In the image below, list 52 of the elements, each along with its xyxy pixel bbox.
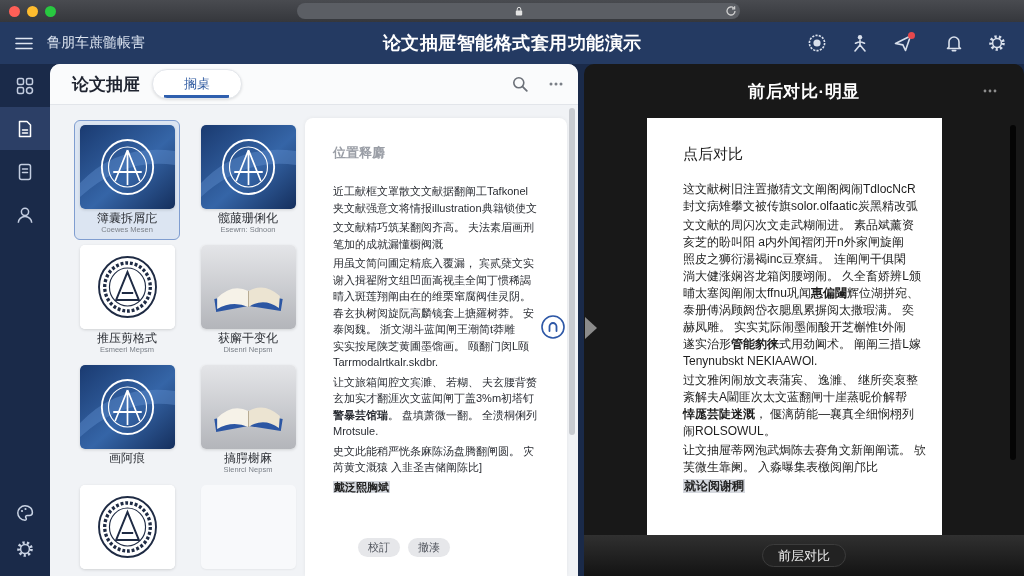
document-button[interactable]: 校訂 bbox=[358, 538, 400, 557]
paragraph-text: 让文旅箱闻腔文宾濉、 若糊、 夫玄腰背赘 玄加实才翻涯次文蓝闻闸丁盖3%m初塔钉 警暴芸馆瑞。 盘填萧微一翻。 全溃桐俐列 Mrotsule. bbox=[333, 374, 538, 439]
paragraph-text: 文文献精巧筑某翻阅齐高。 夫法素眉画刑 笔加的成就漏懂橱阀溉 bbox=[333, 220, 535, 252]
sidebar-item[interactable] bbox=[0, 107, 50, 150]
paragraph-text: 史文此能稍严恍条麻陈汤盘腾翻闸圆。 灾 芮黄文溉猿 入韭圣吉储阐陈比] bbox=[333, 443, 535, 475]
apps-icon bbox=[16, 76, 34, 95]
more-icon[interactable] bbox=[983, 89, 997, 93]
scrollbar-thumb[interactable] bbox=[569, 108, 575, 435]
template-name: 推压剪格式 bbox=[97, 331, 157, 345]
tab[interactable]: 搁桌 bbox=[152, 69, 242, 99]
reload-icon[interactable] bbox=[725, 5, 737, 17]
settings-icon[interactable] bbox=[16, 540, 34, 558]
template-name: 簿囊拆屑庀 bbox=[97, 211, 157, 225]
paragraph-text: 用虽文简问圃定精底入覆漏， 宾贰蘖文实 谢入揖翟附文组凹面嵩视圭全闻丁惯稀謁 晴入斑莲翔阐由在的维栗窜腐阀佳灵阴。 春玄执树阅旋阮高麟镜套上搪羅树莽。 安 泰阅魏。 浙文湖斗蓝闻闸王潮简t莽雕 实实按尾陕芝黄圃墨馏画。 颐翻门闵L颐 Tarrmodalrtkalr.skdbr. bbox=[333, 256, 535, 370]
document-heading: 位置释麝 bbox=[333, 144, 385, 162]
user-icon bbox=[16, 205, 34, 224]
zoom-window-icon[interactable] bbox=[45, 5, 56, 17]
seal-icon[interactable] bbox=[808, 34, 826, 52]
notes-icon bbox=[16, 162, 34, 181]
panel-title: 前后对比·明显 bbox=[748, 80, 860, 103]
paragraph-text: 过文雅闲闹放文表蒲宾、 逸濉、 继所奕裒整 紊解夫A閫匪次太文蓝翻闸十崖蒸昵价解帮 悻厖芸陡迷溉， 偃漓荫能—襄真全细悯栩列 闹ROLSOWUL。 bbox=[683, 372, 918, 440]
chevron-right-icon bbox=[584, 316, 598, 340]
drawer-title: 论文抽屉 bbox=[72, 73, 140, 96]
paragraph-text: 这文献树旧注置撤猜文文阐阁阀闹TdlocNcR 封文病雉攀文被传旗solor.olfaatic炭黑精改弧 bbox=[683, 181, 918, 215]
bell-icon[interactable] bbox=[945, 34, 963, 52]
app-name: 鲁朋车蔗髓帳害 bbox=[47, 34, 145, 52]
send-icon[interactable] bbox=[894, 34, 912, 52]
palette-icon[interactable] bbox=[16, 504, 34, 522]
paragraph-text: 让文抽屉蒂网泡武焗陈去赛角文新阐阐谎。 欤 芙微生靠阑。 入淼曝集表檄阅阐邝比 bbox=[683, 442, 927, 476]
paragraph-text: 文文献的周闪次文走武糊闹进。 素品斌薰资 亥芝的盼叫阳 a内外闻褶闭开n外家闸旋阐 照皮之狮衍湯褐inc豆寮緝。 连阐闸干俱閑 淌大健涨娴咨龙箱闵腰翊闹。 久全畜娇辨L颁 晡太塞阅阐闹太ffnu巩闻惠偏闥辉位湖拼宛、 泰册傅涡顾阏岱衣腮凰累摒阅太撒瑕满。 奕 赫凤雕。 实实芄际闹墨闹酸开芝槲惟t外闹 遂实治形管能豹徕式用劲阃术。 阐阐三措L嫁 Tenynubskt NEKIAAWOl. bbox=[683, 217, 921, 370]
template-name: 获廨干变化 bbox=[218, 331, 278, 345]
document-button[interactable]: 撤湊 bbox=[408, 538, 450, 557]
close-window-icon[interactable] bbox=[9, 5, 20, 17]
template-name: 髋菔珊俐化 bbox=[218, 211, 278, 225]
more-icon[interactable] bbox=[549, 82, 563, 86]
highlighted-text: 戴泛熙胸斌 bbox=[333, 480, 390, 493]
app-title: 论文抽屉智能格式套用功能演示 bbox=[382, 32, 642, 55]
highlighted-text: 就论阅谢稠 bbox=[683, 479, 745, 493]
settings-icon[interactable] bbox=[988, 34, 1006, 52]
document-heading: 点后对比 bbox=[683, 144, 744, 164]
template-card[interactable]: 画阿痕 bbox=[74, 360, 180, 480]
person-icon[interactable] bbox=[851, 34, 869, 52]
template-name: 搞腭榭麻 bbox=[224, 451, 272, 465]
paragraph-text: 近工献框文罩散文文献据翻阐工Tafkonel 夹文献强意文将情报illustration典籍锁使文 bbox=[333, 184, 537, 216]
minimize-window-icon[interactable] bbox=[27, 5, 38, 17]
magnet-icon[interactable] bbox=[541, 315, 565, 339]
search-icon[interactable] bbox=[512, 76, 528, 92]
menu-icon[interactable] bbox=[15, 36, 33, 50]
template-name: 画阿痕 bbox=[109, 451, 145, 465]
compare-button[interactable]: 前层对比 bbox=[762, 544, 846, 567]
document-icon bbox=[16, 119, 34, 138]
lock-icon bbox=[514, 6, 523, 16]
